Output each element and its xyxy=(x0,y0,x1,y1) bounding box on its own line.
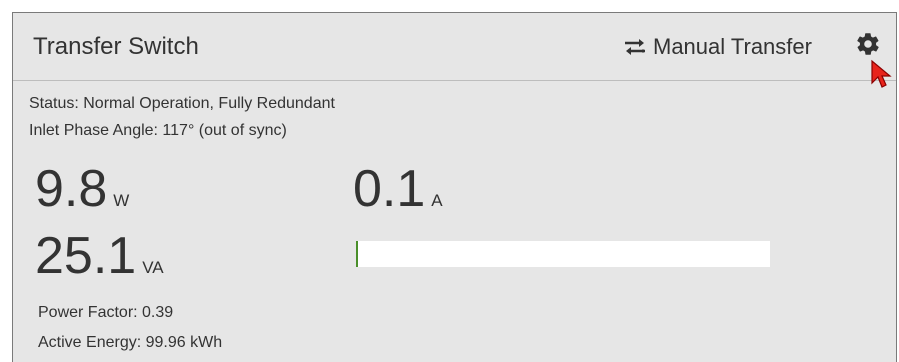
swap-arrows-icon xyxy=(625,39,645,55)
current-bar-track xyxy=(356,241,770,267)
current-value: 0.1 xyxy=(353,160,426,218)
transfer-switch-panel: Transfer Switch Manual Transfer Status: … xyxy=(12,12,897,362)
active-power-value: 9.8 xyxy=(35,160,108,218)
manual-transfer-label: Manual Transfer xyxy=(653,34,812,59)
phase-angle-text: Inlet Phase Angle: 117° (out of sync) xyxy=(29,122,287,139)
status-text: Status: Normal Operation, Fully Redundan… xyxy=(29,95,335,112)
mouse-cursor-icon xyxy=(871,59,892,88)
power-factor-text: Power Factor: 0.39 xyxy=(38,304,174,321)
apparent-power-reading: 25.1 VA xyxy=(35,228,164,296)
panel-title: Transfer Switch xyxy=(33,33,199,60)
active-energy-text: Active Energy: 99.96 kWh xyxy=(38,334,223,351)
current-reading: 0.1 A xyxy=(353,161,443,229)
manual-transfer-button[interactable]: Manual Transfer xyxy=(623,33,812,61)
active-power-reading: 9.8 W xyxy=(35,161,129,229)
active-power-unit: W xyxy=(113,191,130,210)
current-bar-fill xyxy=(356,241,360,267)
apparent-power-unit: VA xyxy=(142,258,164,277)
current-unit: A xyxy=(431,191,443,210)
gear-icon[interactable] xyxy=(855,31,881,57)
panel-header: Transfer Switch Manual Transfer xyxy=(13,13,896,88)
apparent-power-value: 25.1 xyxy=(35,227,137,285)
